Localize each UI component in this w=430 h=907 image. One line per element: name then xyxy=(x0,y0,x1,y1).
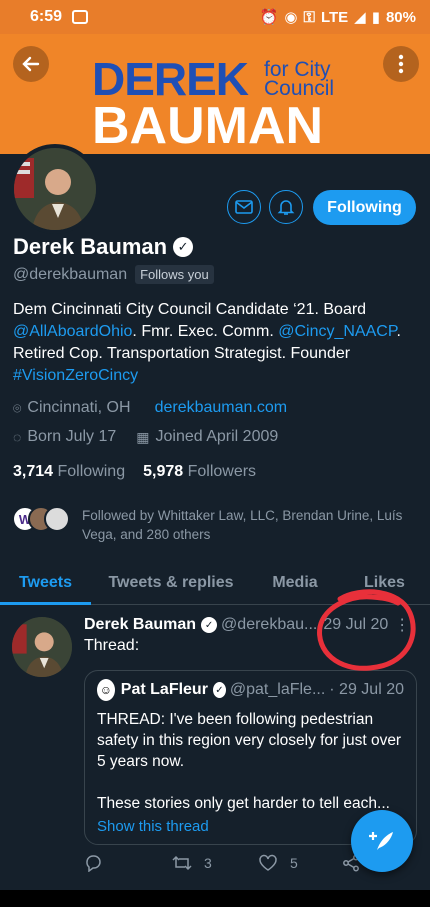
quoted-author-name: Pat LaFleur xyxy=(120,681,208,698)
data-saver-icon: ◉ xyxy=(284,9,298,26)
key-icon: ⚿ xyxy=(303,8,315,26)
profile-name-row: Derek Bauman ✓ xyxy=(13,234,194,260)
system-nav-bar xyxy=(0,890,430,907)
bio-text: . Fmr. Exec. Comm. xyxy=(132,323,279,340)
bio-link-cincy-naacp[interactable]: @Cincy_NAACP xyxy=(278,323,396,340)
tab-tweets-replies[interactable]: Tweets & replies xyxy=(91,562,251,604)
tab-tweets[interactable]: Tweets xyxy=(0,562,91,605)
status-time: 6:59 xyxy=(30,8,63,25)
overflow-menu-icon xyxy=(398,54,404,74)
followers-stat[interactable]: 5,978 Followers xyxy=(143,463,256,481)
network-type: LTE xyxy=(320,8,349,26)
balloon-icon: ◌ xyxy=(13,429,22,445)
like-button[interactable]: 5 xyxy=(258,854,342,872)
red-annotation-circle xyxy=(317,589,416,671)
envelope-icon xyxy=(235,200,253,214)
status-indicators: ⏰ ◉ ⚿ LTE ◢ ▮ 80% xyxy=(259,8,416,27)
handle-row: @derekbauman Follows you xyxy=(13,265,214,284)
follows-you-badge: Follows you xyxy=(135,265,214,284)
location-text: Cincinnati, OH xyxy=(27,399,131,416)
verified-badge-icon: ✓ xyxy=(173,237,194,257)
profile-banner: DEREK for City Council BAUMAN xyxy=(0,34,430,154)
reply-icon xyxy=(86,855,101,872)
tweet-text: Thread: xyxy=(84,637,140,654)
battery-level: 80% xyxy=(385,8,416,26)
bell-plus-icon xyxy=(277,200,295,215)
quoted-author-handle: @pat_laFle... xyxy=(229,681,326,698)
bio-text: Dem Cincinnati City Council Candidate ‘2… xyxy=(13,301,367,318)
follow-stats: 3,714 Following 5,978 Followers xyxy=(13,463,256,481)
retweet-button[interactable]: 3 xyxy=(172,854,258,872)
profile-avatar[interactable] xyxy=(10,144,100,234)
bio-link-allaboardohio[interactable]: @AllAboardOhio xyxy=(13,323,132,340)
app-notification-icon xyxy=(72,10,89,24)
verified-badge-icon: ✓ xyxy=(212,682,226,698)
tweet-author-name: Derek Bauman xyxy=(84,616,197,633)
tweet-author-avatar[interactable] xyxy=(12,617,72,677)
profile-bio: Dem Cincinnati City Council Candidate ‘2… xyxy=(13,299,413,387)
more-options-button[interactable] xyxy=(383,46,419,82)
location-pin-icon: ⌾ xyxy=(13,399,22,416)
quoted-author-avatar: ☺ xyxy=(97,679,115,701)
bio-link-visionzero[interactable]: #VisionZeroCincy xyxy=(13,367,138,384)
retweet-count: 3 xyxy=(204,855,212,871)
following-button[interactable]: Following xyxy=(313,190,416,225)
banner-first-name: DEREK xyxy=(92,53,249,105)
battery-icon: ▮ xyxy=(371,9,380,26)
feather-plus-icon xyxy=(369,832,393,850)
reply-button[interactable] xyxy=(84,854,172,872)
joined-text: Joined April 2009 xyxy=(155,428,279,445)
verified-badge-icon: ✓ xyxy=(201,617,218,633)
back-button[interactable] xyxy=(13,46,49,82)
status-bar: 6:59 ⏰ ◉ ⚿ LTE ◢ ▮ 80% xyxy=(0,0,430,34)
following-stat[interactable]: 3,714 Following xyxy=(13,463,125,481)
alarm-icon: ⏰ xyxy=(259,9,279,26)
quoted-tweet-body: THREAD: I've been following pedestrian s… xyxy=(97,711,402,812)
quoted-tweet-header: ☺ Pat LaFleur ✓ @pat_laFle... · 29 Jul 2… xyxy=(97,679,404,701)
signal-icon: ◢ xyxy=(354,9,366,26)
following-count: 3,714 xyxy=(13,463,54,480)
quoted-tweet-date: · 29 Jul 20 xyxy=(329,681,404,698)
born-text: Born July 17 xyxy=(27,428,117,445)
dates-row: ◌ Born July 17 ▦ Joined April 2009 xyxy=(13,428,278,446)
tweet-actions: 3 5 xyxy=(84,854,374,872)
website-link[interactable]: derekbauman.com xyxy=(155,399,288,417)
following-label: Following xyxy=(57,463,126,480)
profile-name: Derek Bauman xyxy=(13,234,168,259)
follower-avatar xyxy=(44,506,70,532)
back-arrow-icon xyxy=(22,56,40,72)
notifications-button[interactable] xyxy=(269,190,303,224)
compose-tweet-button[interactable] xyxy=(351,810,413,872)
location-row: ⌾ Cincinnati, OH derekbauman.com xyxy=(13,399,287,417)
followed-by-row[interactable]: W Followed by Whittaker Law, LLC, Brenda… xyxy=(12,506,422,544)
banner-for-text: for City Council xyxy=(264,58,335,100)
banner-last-name: BAUMAN xyxy=(92,97,324,155)
followers-label: Followers xyxy=(187,463,257,480)
profile-handle: @derekbauman xyxy=(13,265,128,283)
like-count: 5 xyxy=(290,855,298,871)
followed-by-text: Followed by Whittaker Law, LLC, Brendan … xyxy=(82,508,403,542)
calendar-icon: ▦ xyxy=(136,428,150,445)
profile-photo xyxy=(14,148,96,230)
heart-icon xyxy=(259,854,277,871)
message-button[interactable] xyxy=(227,190,261,224)
tweet-author-photo xyxy=(12,617,72,677)
retweet-icon xyxy=(172,855,192,871)
followers-count: 5,978 xyxy=(143,463,184,480)
tweet-author-handle: @derekbau... xyxy=(221,616,318,633)
